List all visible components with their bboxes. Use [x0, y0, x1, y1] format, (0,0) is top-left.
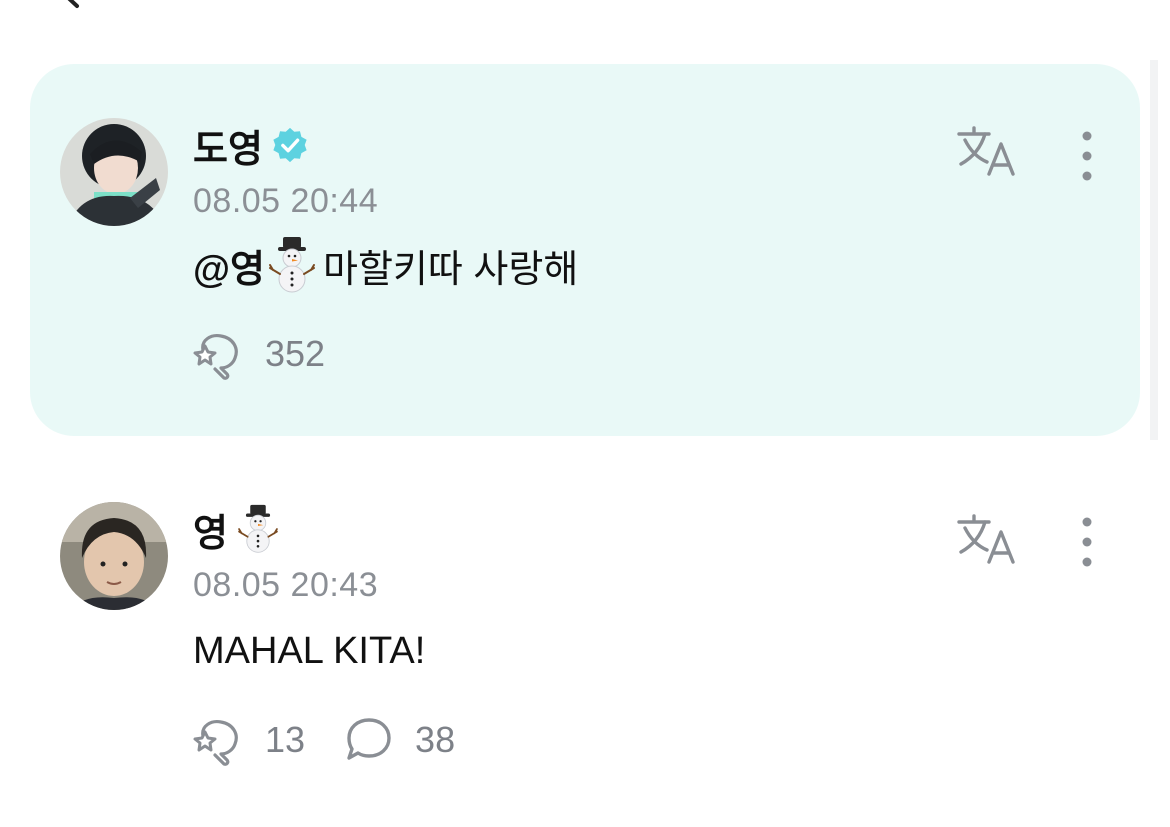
more-options-icon[interactable] — [1070, 128, 1104, 184]
author-name[interactable]: 영 — [193, 502, 228, 557]
back-arrow-icon[interactable] — [55, 0, 89, 10]
author-name[interactable]: 도영 — [193, 118, 263, 173]
reaction-icon — [193, 334, 238, 380]
top-bar — [0, 0, 1170, 20]
author-row: 영 — [193, 502, 280, 557]
translate-icon[interactable] — [955, 512, 1019, 568]
reaction-icon — [193, 720, 238, 766]
post-text: 마할키따 사랑해 — [323, 248, 579, 291]
comment-icon — [347, 718, 391, 760]
post-actions: 13 38 — [193, 714, 493, 766]
avatar[interactable] — [60, 502, 168, 610]
comment-count: 38 — [415, 719, 456, 760]
post-actions: 352 — [193, 328, 363, 380]
post-text: MAHAL KITA! — [193, 630, 426, 672]
snowman-emoji-icon — [269, 237, 316, 293]
mention-text: @영 — [193, 248, 266, 291]
post-timestamp: 08.05 20:44 — [193, 182, 379, 220]
reaction-count: 13 — [265, 719, 306, 760]
post-card[interactable]: 도영 08.05 20:44 @영 마할키따 사랑해 352 — [30, 64, 1140, 436]
reaction-count: 352 — [265, 333, 326, 374]
post-card[interactable]: 영 08.05 20:43 MAHAL KITA! 13 38 — [30, 470, 1140, 800]
avatar[interactable] — [60, 118, 168, 226]
verified-badge-icon — [273, 127, 307, 163]
reaction-button[interactable]: 352 — [193, 328, 325, 380]
reaction-button[interactable]: 13 — [193, 714, 305, 766]
more-options-icon[interactable] — [1070, 514, 1104, 570]
post-body: @영 마할키따 사랑해 — [193, 236, 578, 294]
translate-icon[interactable] — [955, 124, 1019, 180]
post-body: MAHAL KITA! — [193, 630, 425, 673]
scroll-edge — [1150, 60, 1158, 440]
mention-link[interactable]: @영 — [193, 236, 323, 294]
comment-button[interactable]: 38 — [343, 714, 455, 766]
author-row: 도영 — [193, 118, 309, 173]
post-timestamp: 08.05 20:43 — [193, 566, 379, 604]
snowman-emoji-icon — [238, 504, 278, 553]
